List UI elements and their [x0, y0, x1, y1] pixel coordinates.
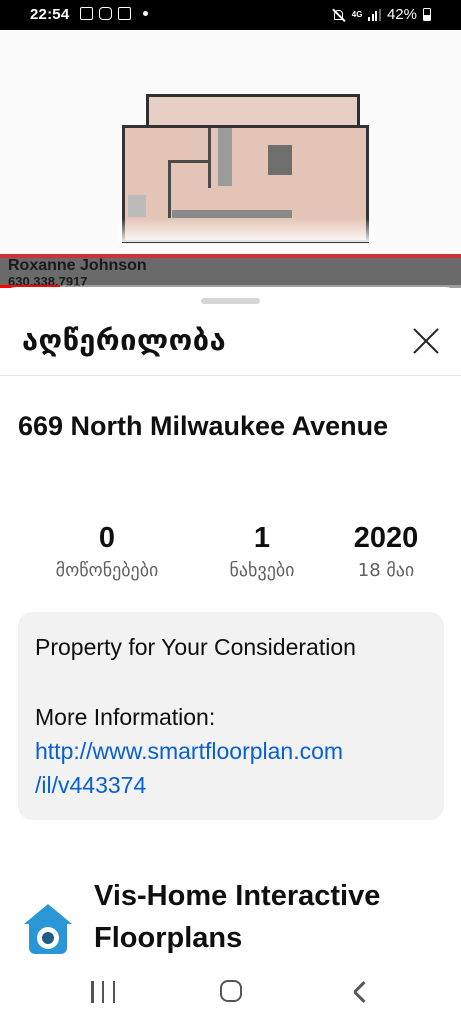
video-player[interactable]: Roxanne Johnson 630.338.7917 — [0, 30, 461, 288]
likes-label: მოწონებები — [55, 560, 159, 581]
back-icon[interactable] — [352, 981, 366, 1003]
upload-date: 18 მაი — [357, 560, 415, 581]
status-notification-icons — [80, 7, 148, 20]
description-link-cont[interactable]: /il/v443374 — [35, 772, 146, 799]
battery-percent: 42% — [386, 6, 417, 23]
more-info-label: More Information: — [35, 704, 216, 730]
close-icon[interactable] — [410, 325, 442, 357]
system-nav-bar — [0, 973, 461, 1024]
status-system-icons: 4G 42% — [332, 6, 431, 23]
description-sheet: აღწერილობა 669 North Milwaukee Avenue 0 … — [0, 287, 461, 973]
description-text: Property for Your Consideration — [35, 634, 356, 660]
status-time: 22:54 — [30, 6, 70, 23]
stat-date: 2020 18 მაი — [311, 519, 461, 581]
video-title: 669 North Milwaukee Avenue — [18, 411, 389, 441]
gmail-icon — [118, 7, 131, 20]
stat-likes: 0 მოწონებები — [32, 519, 182, 581]
channel-name[interactable]: Vis-Home Interactive Floorplans — [94, 875, 444, 959]
drag-handle[interactable] — [201, 298, 260, 304]
gallery-icon — [80, 7, 93, 20]
home-icon[interactable] — [220, 980, 242, 1002]
video-stats: 0 მოწონებები 1 ნახვები 2020 18 მაი — [0, 519, 461, 589]
house-camera-icon[interactable] — [24, 904, 72, 956]
battery-icon — [423, 8, 431, 21]
signal-icon — [368, 8, 381, 21]
agent-name: Roxanne Johnson — [8, 257, 147, 274]
instagram-icon — [99, 7, 112, 20]
network-icon: 4G — [351, 9, 363, 19]
video-overlay-banner: Roxanne Johnson 630.338.7917 — [0, 254, 461, 288]
mute-icon — [332, 8, 346, 22]
notification-dot-icon — [143, 11, 148, 16]
upload-year: 2020 — [353, 522, 419, 554]
divider — [0, 375, 461, 376]
description-box[interactable]: Property for Your Consideration More Inf… — [18, 612, 444, 820]
description-link[interactable]: http://www.smartfloorplan.com — [35, 738, 343, 765]
recents-icon[interactable] — [91, 981, 115, 1003]
likes-count: 0 — [98, 522, 116, 554]
sheet-title: აღწერილობა — [22, 323, 227, 357]
status-bar: 22:54 4G 42% — [0, 0, 461, 30]
